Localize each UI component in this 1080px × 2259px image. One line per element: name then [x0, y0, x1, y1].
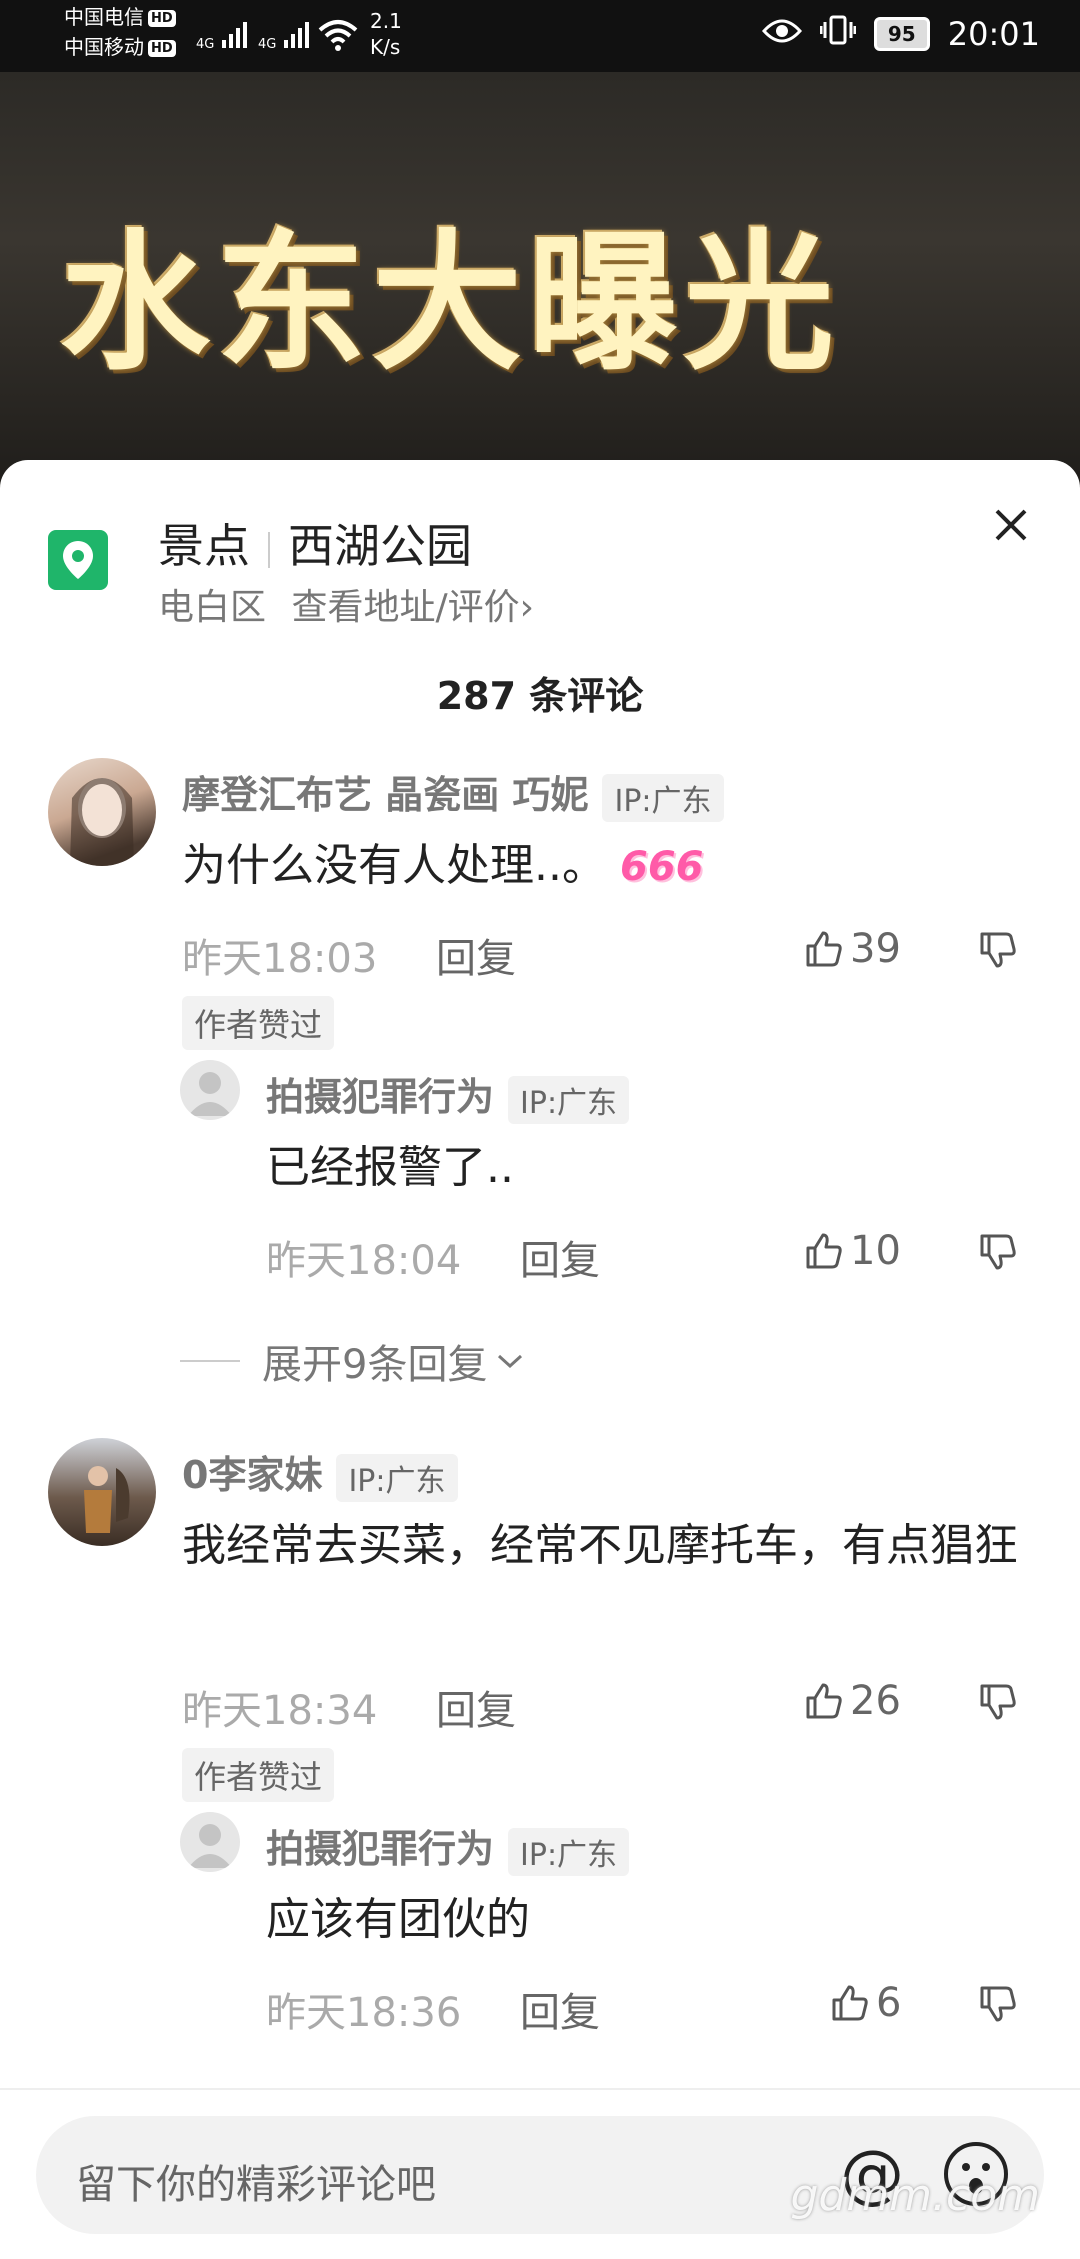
ip-badge: IP:广东 [508, 1075, 630, 1124]
like-button[interactable]: 26 [804, 1678, 901, 1724]
status-bar: 中国电信 HD 中国移动 HD 4G 4G 2.1 K/s 95 20:01 [0, 0, 1080, 72]
thumbs-up-icon [806, 1233, 842, 1269]
watermark: gdmm.com [790, 2170, 1040, 2221]
like-count: 26 [850, 1678, 901, 1724]
username-text: 拍摄犯罪行为 [266, 1075, 495, 1119]
vibrate-icon [819, 14, 857, 54]
comment-input-placeholder: 留下你的精彩评论吧 [76, 2162, 436, 2208]
like-count: 6 [876, 1980, 902, 2026]
expand-replies-label: 展开9条回复 [262, 1342, 488, 1388]
comment-username[interactable]: 摩登汇布艺 晶瓷画 巧妮 IP:广东 [182, 764, 724, 822]
video-background[interactable]: 水东大曝光 [0, 72, 1080, 492]
ip-badge: IP:广东 [336, 1453, 458, 1502]
signal-1-icon: 4G [196, 18, 247, 52]
network-type-1: 4G [196, 37, 215, 52]
thumbs-down-icon [980, 1986, 1016, 2022]
username-text: 摩登汇布艺 晶瓷画 巧妮 [182, 773, 589, 817]
expand-divider [180, 1360, 240, 1362]
close-icon [995, 509, 1027, 541]
comment-text[interactable]: 我经常去买菜，经常不见摩托车，有点猖狂 [182, 1510, 1022, 1582]
username-text: 拍摄犯罪行为 [266, 1827, 495, 1871]
carrier-2-name: 中国移动 [64, 35, 144, 59]
thumbs-up-icon [806, 931, 842, 967]
hd-badge: HD [148, 40, 176, 57]
carrier-2: 中国移动 HD [64, 34, 176, 60]
reply-button[interactable]: 回复 [520, 1228, 600, 1286]
network-speed-unit: K/s [370, 35, 401, 59]
wifi-icon [318, 18, 358, 56]
location-category: 景点 [158, 519, 250, 573]
video-title: 水东大曝光 [60, 217, 841, 391]
author-liked-badge: 作者赞过 [182, 1748, 335, 1802]
avatar[interactable] [48, 1438, 156, 1546]
location-subtitle[interactable]: 电白区 查看地址/评价› [158, 578, 534, 630]
bottom-divider [0, 2088, 1080, 2090]
emoji-666: 666 [619, 844, 704, 890]
carrier-1-name: 中国电信 [64, 5, 144, 29]
reply-time: 昨天18:36 [266, 1990, 462, 2036]
reply-text[interactable]: 已经报警了.. [266, 1132, 514, 1204]
comment-username[interactable]: 0李家妹 IP:广东 [182, 1444, 458, 1502]
reply-time: 昨天18:04 [266, 1238, 462, 1284]
thumbs-down-icon [980, 1684, 1016, 1720]
hd-badge: HD [148, 10, 176, 27]
ip-badge: IP:广东 [508, 1827, 630, 1876]
reply-username[interactable]: 拍摄犯罪行为 IP:广东 [266, 1818, 630, 1876]
eye-icon [761, 15, 802, 53]
comment-text[interactable]: 为什么没有人处理..。 666 [182, 830, 703, 903]
carrier-1: 中国电信 HD [64, 4, 176, 30]
expand-replies-button[interactable]: 展开9条回复 [180, 1332, 525, 1390]
reply-username[interactable]: 拍摄犯罪行为 IP:广东 [266, 1066, 630, 1124]
network-speed-value: 2.1 [370, 9, 402, 33]
avatar[interactable] [48, 758, 156, 866]
username-text: 0李家妹 [182, 1453, 323, 1497]
comment-body: 为什么没有人处理..。 [182, 840, 606, 891]
like-count: 39 [850, 926, 901, 972]
ip-badge: IP:广东 [602, 773, 724, 822]
dislike-button[interactable] [978, 930, 1018, 974]
avatar[interactable] [180, 1812, 240, 1872]
thumbs-down-icon [980, 932, 1016, 968]
reply-button[interactable]: 回复 [520, 1980, 600, 2038]
close-button[interactable] [986, 500, 1036, 550]
comment-time: 昨天18:34 [182, 1688, 378, 1734]
like-button[interactable]: 6 [830, 1980, 901, 2026]
comment-count: 287 条评论 [436, 674, 644, 718]
dislike-button[interactable] [978, 1232, 1018, 1276]
view-address-link[interactable]: 查看地址/评价 [291, 587, 519, 628]
dislike-button[interactable] [978, 1682, 1018, 1726]
signal-2-icon: 4G [258, 18, 309, 52]
comment-sheet: 景点 西湖公园 电白区 查看地址/评价› 287 条评论 摩登汇布艺 晶瓷画 巧妮… [0, 460, 1080, 2259]
thumbs-up-icon [832, 1985, 868, 2021]
like-button[interactable]: 39 [804, 926, 901, 972]
thumbs-down-icon [980, 1234, 1016, 1270]
author-liked-badge: 作者赞过 [182, 996, 335, 1050]
title-divider [268, 531, 270, 568]
like-count: 10 [850, 1228, 901, 1274]
status-right: 95 20:01 [761, 14, 1040, 54]
chevron-right-icon: › [519, 587, 535, 628]
clock: 20:01 [947, 15, 1040, 53]
like-button[interactable]: 10 [804, 1228, 901, 1274]
network-type-2: 4G [258, 37, 277, 52]
battery-level: 95 [887, 22, 916, 46]
location-title[interactable]: 景点 西湖公园 [158, 510, 472, 576]
reply-button[interactable]: 回复 [436, 926, 516, 984]
location-name: 西湖公园 [288, 519, 472, 573]
reply-button[interactable]: 回复 [436, 1678, 516, 1736]
avatar[interactable] [180, 1060, 240, 1120]
location-pin-icon [48, 530, 108, 590]
reply-text[interactable]: 应该有团伙的 [266, 1884, 530, 1956]
network-speed: 2.1 K/s [370, 8, 402, 60]
battery-icon: 95 [873, 17, 930, 51]
thumbs-up-icon [806, 1683, 842, 1719]
comment-time: 昨天18:03 [182, 936, 378, 982]
chevron-down-icon [498, 1354, 523, 1369]
location-district: 电白区 [158, 587, 267, 628]
dislike-button[interactable] [978, 1984, 1018, 2028]
